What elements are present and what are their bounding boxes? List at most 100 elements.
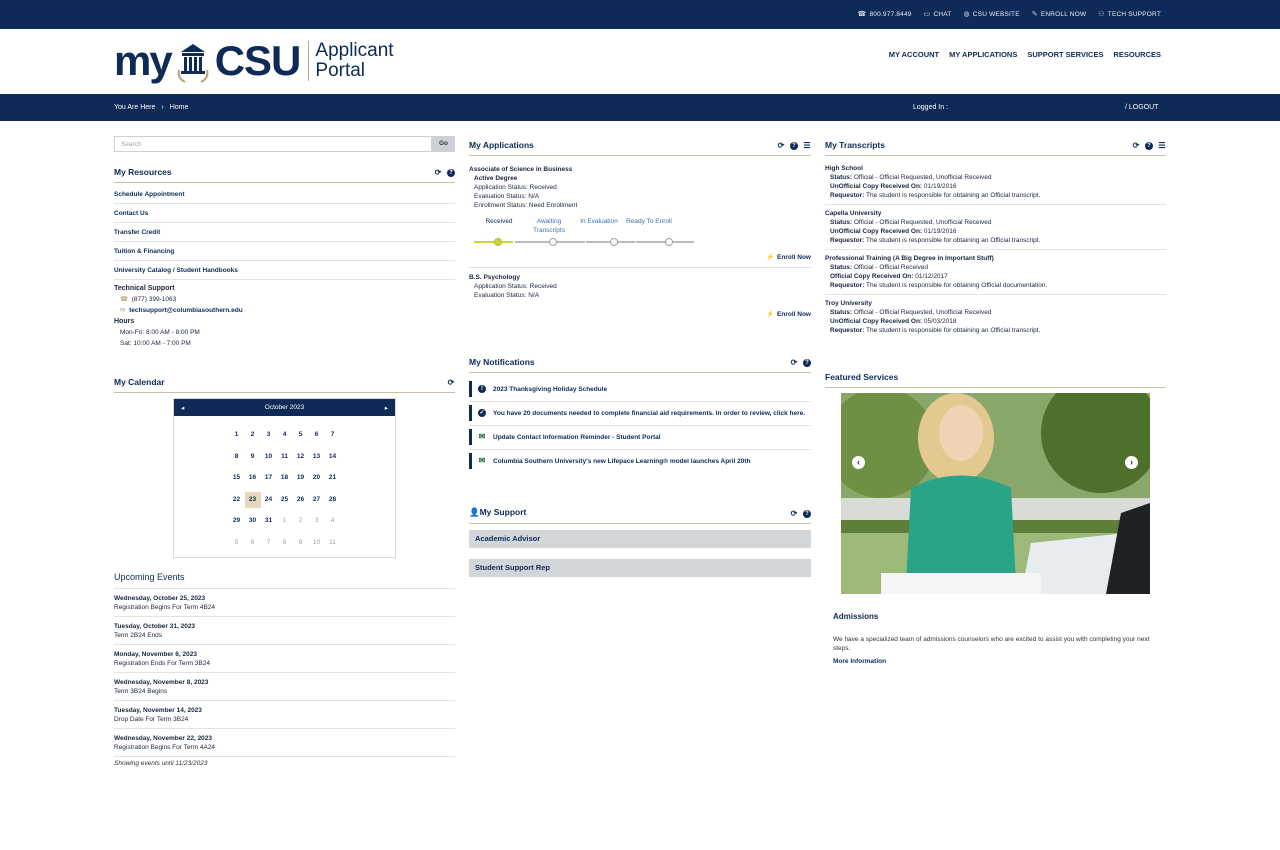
refresh-icon[interactable]: ⟳ (434, 169, 442, 177)
resource-catalog-handbooks[interactable]: University Catalog / Student Handbooks (114, 261, 455, 280)
mycsu-logo[interactable]: my CSU Applicant Portal (114, 40, 394, 83)
calendar-day[interactable]: 8 (229, 449, 245, 465)
nav-resources[interactable]: RESOURCES (1113, 50, 1161, 59)
calendar-day[interactable]: 1 (229, 427, 245, 443)
calendar-day[interactable]: 7 (325, 427, 341, 443)
nav-support-services[interactable]: SUPPORT SERVICES (1027, 50, 1103, 59)
calendar-day[interactable]: 11 (325, 535, 341, 551)
featured-image (841, 393, 1150, 594)
calendar-day[interactable]: 17 (261, 470, 277, 486)
next-month-icon[interactable]: ▸ (385, 404, 388, 412)
calendar-day[interactable]: 16 (245, 470, 261, 486)
resource-transfer-credit[interactable]: Transfer Credit (114, 223, 455, 242)
calendar-day[interactable]: 8 (277, 535, 293, 551)
calendar-day[interactable]: 2 (245, 427, 261, 443)
calendar-day[interactable]: 10 (261, 449, 277, 465)
search-input[interactable]: Search (114, 136, 432, 152)
calendar-day[interactable]: 19 (293, 470, 309, 486)
calendar-panel-header: My Calendar ⟳ (114, 377, 455, 393)
notification-item[interactable]: ✉ Columbia Southern University's new Life… (469, 450, 811, 473)
calendar-day[interactable]: 3 (309, 513, 325, 529)
enroll-now-button[interactable]: ⚡ Enroll Now (469, 253, 811, 262)
calendar-day[interactable]: 27 (309, 492, 325, 508)
calendar-day[interactable]: 1 (277, 513, 293, 529)
refresh-icon[interactable]: ⟳ (447, 379, 455, 387)
calendar-day[interactable]: 5 (293, 427, 309, 443)
calendar-day[interactable]: 10 (309, 535, 325, 551)
resource-contact-us[interactable]: Contact Us (114, 204, 455, 223)
calendar-day[interactable]: 9 (293, 535, 309, 551)
more-information-link[interactable]: More Information (833, 658, 1166, 665)
calendar-day[interactable]: 14 (325, 449, 341, 465)
resource-schedule-appointment[interactable]: Schedule Appointment (114, 185, 455, 204)
carousel-prev-icon[interactable]: ‹ (852, 456, 865, 469)
nav-my-applications[interactable]: MY APPLICATIONS (949, 50, 1017, 59)
event-description: Registration Ends For Term 3B24 (114, 659, 210, 667)
calendar-day[interactable]: 3 (261, 427, 277, 443)
help-icon[interactable]: ? (447, 169, 455, 177)
calendar-day[interactable]: 15 (229, 470, 245, 486)
calendar-day[interactable]: 4 (277, 427, 293, 443)
calendar-day[interactable]: 11 (277, 449, 293, 465)
calendar-day[interactable]: 28 (325, 492, 341, 508)
calendar-grid: 1 2 3 4 5 6 7 8 9 10 11 12 13 14 15 16 17 18 19 20 21 22 23 24 2… (174, 416, 395, 557)
help-icon[interactable]: ? (790, 142, 798, 150)
prev-month-icon[interactable]: ◂ (181, 404, 184, 412)
search-go-button[interactable]: Go (432, 136, 455, 152)
chat-link[interactable]: ▭ CHAT (924, 10, 952, 19)
calendar-day[interactable]: 7 (261, 535, 277, 551)
enroll-now-button[interactable]: ⚡ Enroll Now (469, 310, 811, 319)
calendar-day[interactable]: 4 (325, 513, 341, 529)
carousel-next-icon[interactable]: › (1125, 456, 1138, 469)
menu-icon[interactable]: ☰ (803, 142, 811, 150)
help-icon[interactable]: ? (1145, 142, 1153, 150)
calendar-day[interactable]: 22 (229, 492, 245, 508)
refresh-icon[interactable]: ⟳ (777, 142, 785, 150)
refresh-icon[interactable]: ⟳ (790, 510, 798, 518)
calendar-day[interactable]: 18 (277, 470, 293, 486)
enroll-now-link[interactable]: ✎ ENROLL NOW (1032, 10, 1087, 19)
calendar-day[interactable]: 6 (245, 535, 261, 551)
calendar-day[interactable]: 24 (261, 492, 277, 508)
notification-item[interactable]: ✓ You have 20 documents needed to complet… (469, 402, 811, 426)
calendar-day[interactable]: 5 (229, 535, 245, 551)
nav-my-account[interactable]: MY ACCOUNT (889, 50, 939, 59)
help-icon[interactable]: ? (803, 359, 811, 367)
calendar-day[interactable]: 25 (277, 492, 293, 508)
calendar-day[interactable]: 30 (245, 513, 261, 529)
logout-link[interactable]: / LOGOUT (1125, 104, 1158, 111)
breadcrumb-home[interactable]: Home (170, 104, 189, 111)
calendar-day[interactable]: 23 (244, 491, 261, 508)
copy-date: 01/19/2016 (923, 183, 957, 190)
tech-phone-row: ☎ (877) 399-1063 (114, 294, 455, 305)
evaluation-status: Evaluation Status: N/A (474, 193, 540, 200)
resource-tuition-financing[interactable]: Tuition & Financing (114, 242, 455, 261)
right-column: My Transcripts ⟳ ? ☰ High School Status: … (825, 136, 1166, 665)
calendar-day[interactable]: 9 (245, 449, 261, 465)
tech-phone[interactable]: (877) 399-1063 (132, 296, 176, 303)
calendar-day[interactable]: 20 (309, 470, 325, 486)
help-icon[interactable]: ? (803, 510, 811, 518)
calendar-day[interactable]: 31 (261, 513, 277, 529)
tech-support-link[interactable]: ⚇ TECH SUPPORT (1098, 10, 1161, 19)
calendar-day[interactable]: 13 (309, 449, 325, 465)
tech-email[interactable]: techsupport@columbiasouthern.edu (129, 307, 243, 314)
top-bar: ☎ 800.977.8449 ▭ CHAT ◍ CSU WEBSITE ✎ ENROLL… (0, 0, 1280, 29)
calendar-day[interactable]: 12 (293, 449, 309, 465)
step-received: Received (485, 218, 513, 225)
status-value: Official - Official Requested, Unofficia… (853, 309, 992, 316)
notification-item[interactable]: ✉ Update Contact Information Reminder - S… (469, 426, 811, 450)
support-student-support-rep[interactable]: Student Support Rep (469, 559, 811, 577)
refresh-icon[interactable]: ⟳ (1132, 142, 1140, 150)
calendar-day[interactable]: 29 (229, 513, 245, 529)
calendar-day[interactable]: 21 (325, 470, 341, 486)
calendar-day[interactable]: 6 (309, 427, 325, 443)
support-academic-advisor[interactable]: Academic Advisor (469, 530, 811, 548)
csu-website-link[interactable]: ◍ CSU WEBSITE (963, 10, 1019, 19)
phone-link[interactable]: ☎ 800.977.8449 (858, 10, 912, 19)
refresh-icon[interactable]: ⟳ (790, 359, 798, 367)
calendar-day[interactable]: 26 (293, 492, 309, 508)
notification-item[interactable]: ! 2023 Thanksgiving Holiday Schedule (469, 378, 811, 402)
menu-icon[interactable]: ☰ (1158, 142, 1166, 150)
calendar-day[interactable]: 2 (293, 513, 309, 529)
